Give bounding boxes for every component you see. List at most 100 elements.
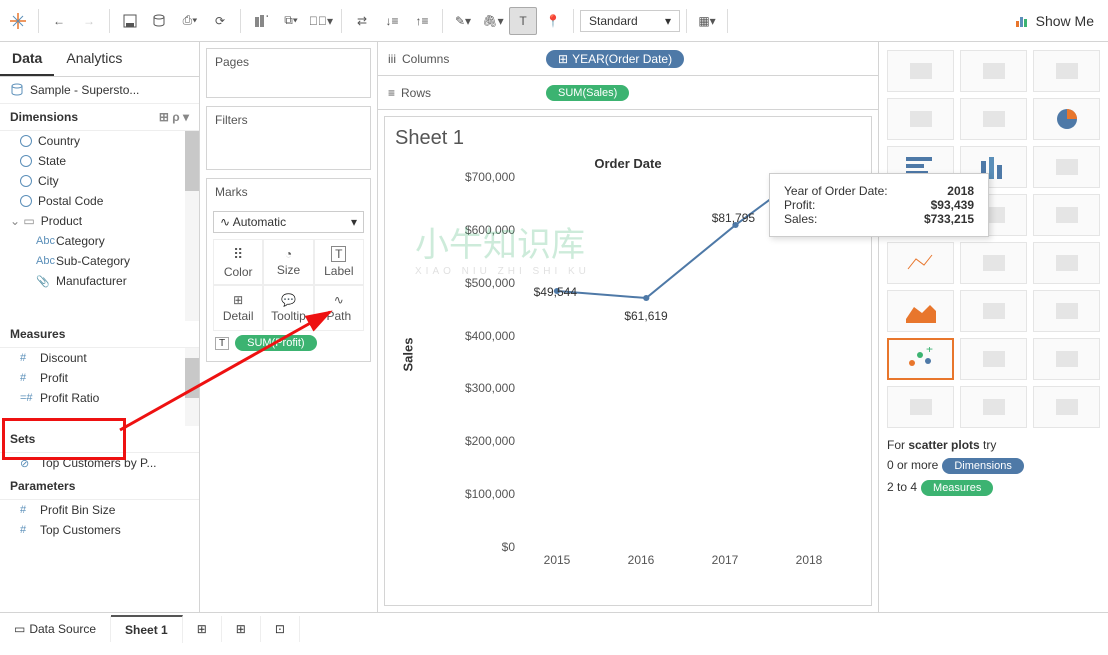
new-story-button[interactable]: ⊡: [261, 616, 300, 642]
sets-header: Sets: [10, 432, 35, 446]
viz-canvas[interactable]: Sheet 1 Order Date Sales $0$100,000$200,…: [384, 116, 872, 606]
scrollbar-thumb[interactable]: [185, 358, 199, 398]
chart-type-gantt[interactable]: [887, 386, 954, 428]
field-discount[interactable]: #Discount: [0, 348, 199, 368]
main-toolbar: ← → ⎙▾ ⟳ + ⧉▾ �⃠▾ ⇄ ↓≡ ↑≡ ✎▾ 🖇▾ T 📍 Stan…: [0, 0, 1108, 42]
field-category[interactable]: AbcCategory: [0, 231, 199, 251]
new-sheet-button[interactable]: ⊞: [183, 616, 222, 642]
fit-dropdown[interactable]: Standard▾: [580, 10, 680, 32]
filters-card[interactable]: Filters: [207, 107, 370, 133]
datasource-row[interactable]: Sample - Supersto...: [0, 77, 199, 104]
globe-icon: [20, 195, 32, 207]
chart-type-line1[interactable]: [887, 242, 954, 284]
new-datasource-button[interactable]: [146, 7, 174, 35]
y-tick: $600,000: [435, 223, 515, 237]
field-param-top[interactable]: #Top Customers: [0, 520, 199, 540]
chart-type-box[interactable]: [1033, 338, 1100, 380]
save-button[interactable]: [116, 7, 144, 35]
field-profit[interactable]: #Profit: [0, 368, 199, 388]
marks-tooltip[interactable]: 💬Tooltip: [263, 285, 313, 331]
chart-type-bullet[interactable]: [960, 386, 1027, 428]
chart-type-line2[interactable]: [960, 242, 1027, 284]
chart-type-map2[interactable]: [960, 98, 1027, 140]
labels-button[interactable]: T: [509, 7, 537, 35]
mark-type-dropdown[interactable]: ∿ Automatic▾: [213, 211, 364, 233]
tab-data[interactable]: Data: [0, 42, 54, 76]
datasource-name: Sample - Supersto...: [30, 83, 139, 97]
dimensions-header: Dimensions: [10, 110, 78, 124]
highlight-button[interactable]: ✎▾: [449, 7, 477, 35]
chart-type-side-bar[interactable]: [1033, 146, 1100, 188]
rows-shelf[interactable]: SUM(Sales): [538, 85, 878, 101]
duplicate-button[interactable]: ⧉▾: [277, 7, 305, 35]
new-dashboard-button[interactable]: ⊞: [222, 616, 261, 642]
clear-button[interactable]: �⃠▾: [307, 7, 335, 35]
refresh-button[interactable]: ⟳: [206, 7, 234, 35]
columns-pill[interactable]: ⊞YEAR(Order Date): [546, 50, 684, 68]
globe-icon: [20, 155, 32, 167]
globe-icon: [20, 175, 32, 187]
cards-button[interactable]: ▦▾: [693, 7, 721, 35]
marks-color[interactable]: ⠿Color: [213, 239, 263, 285]
columns-label: Columns: [402, 52, 449, 66]
columns-shelf[interactable]: ⊞YEAR(Order Date): [538, 50, 878, 68]
back-button[interactable]: ←: [45, 7, 73, 35]
chart-type-dual-combo[interactable]: [1033, 290, 1100, 332]
chart-type-table[interactable]: [887, 50, 954, 92]
chart-type-text-table[interactable]: [1033, 50, 1100, 92]
field-top-customers-set[interactable]: ⊘Top Customers by P...: [0, 453, 199, 473]
logo-icon[interactable]: [4, 7, 32, 35]
marks-size[interactable]: ◔Size: [263, 239, 313, 285]
field-postal-code[interactable]: Postal Code: [0, 191, 199, 211]
new-worksheet-button[interactable]: +: [247, 7, 275, 35]
rows-pill[interactable]: SUM(Sales): [546, 85, 629, 101]
chart-type-pie[interactable]: [1033, 98, 1100, 140]
chart-type-scatter[interactable]: +: [887, 338, 954, 380]
label-icon: T: [215, 337, 229, 350]
field-country[interactable]: Country: [0, 131, 199, 151]
chart-type-histogram[interactable]: [960, 338, 1027, 380]
scrollbar-thumb[interactable]: [185, 131, 199, 191]
pin-button[interactable]: 📍: [539, 7, 567, 35]
set-icon: ⊘: [20, 457, 34, 470]
field-profit-ratio[interactable]: =#Profit Ratio: [0, 388, 199, 408]
marks-path[interactable]: ∿Path: [314, 285, 364, 331]
datasource-icon: [10, 83, 24, 97]
marks-label-pill[interactable]: SUM(Profit): [235, 335, 316, 351]
forward-button[interactable]: →: [75, 7, 103, 35]
marks-label[interactable]: TLabel: [314, 239, 364, 285]
pages-card[interactable]: Pages: [207, 49, 370, 75]
sort-desc-button[interactable]: ↑≡: [408, 7, 436, 35]
measures-pill: Measures: [921, 480, 993, 496]
chart-type-packed[interactable]: [1033, 386, 1100, 428]
group-button[interactable]: 🖇▾: [479, 7, 507, 35]
calc-icon: =#: [20, 392, 34, 404]
chart-type-map1[interactable]: [887, 98, 954, 140]
chart-type-heat[interactable]: [960, 50, 1027, 92]
tab-analytics[interactable]: Analytics: [54, 42, 134, 76]
sort-asc-button[interactable]: ↓≡: [378, 7, 406, 35]
abc-icon: Abc: [36, 235, 50, 247]
sheet-title[interactable]: Sheet 1: [395, 127, 861, 150]
field-manufacturer[interactable]: 📎Manufacturer: [0, 271, 199, 291]
rows-icon: ≡: [388, 86, 395, 100]
chart-type-area2[interactable]: [960, 290, 1027, 332]
field-state[interactable]: State: [0, 151, 199, 171]
chart-type-area1[interactable]: [887, 290, 954, 332]
field-param-bin[interactable]: #Profit Bin Size: [0, 500, 199, 520]
fit-label: Standard: [589, 14, 638, 28]
field-product[interactable]: ⌄ ▭Product: [0, 211, 199, 231]
chart-type-dual-line[interactable]: [1033, 242, 1100, 284]
chart-type-hbar2[interactable]: [1033, 194, 1100, 236]
tab-data-source[interactable]: ▭ Data Source: [0, 616, 111, 642]
tab-sheet-1[interactable]: Sheet 1: [111, 615, 183, 643]
field-city[interactable]: City: [0, 171, 199, 191]
parameters-header: Parameters: [10, 479, 75, 493]
autosave-button[interactable]: ⎙▾: [176, 7, 204, 35]
swap-button[interactable]: ⇄: [348, 7, 376, 35]
field-sub-category[interactable]: AbcSub-Category: [0, 251, 199, 271]
sheet-tabs: ▭ Data Source Sheet 1 ⊞ ⊞ ⊡: [0, 612, 1108, 644]
y-tick: $0: [435, 540, 515, 554]
marks-detail[interactable]: ⊞Detail: [213, 285, 263, 331]
show-me-button[interactable]: Show Me: [1006, 9, 1104, 33]
